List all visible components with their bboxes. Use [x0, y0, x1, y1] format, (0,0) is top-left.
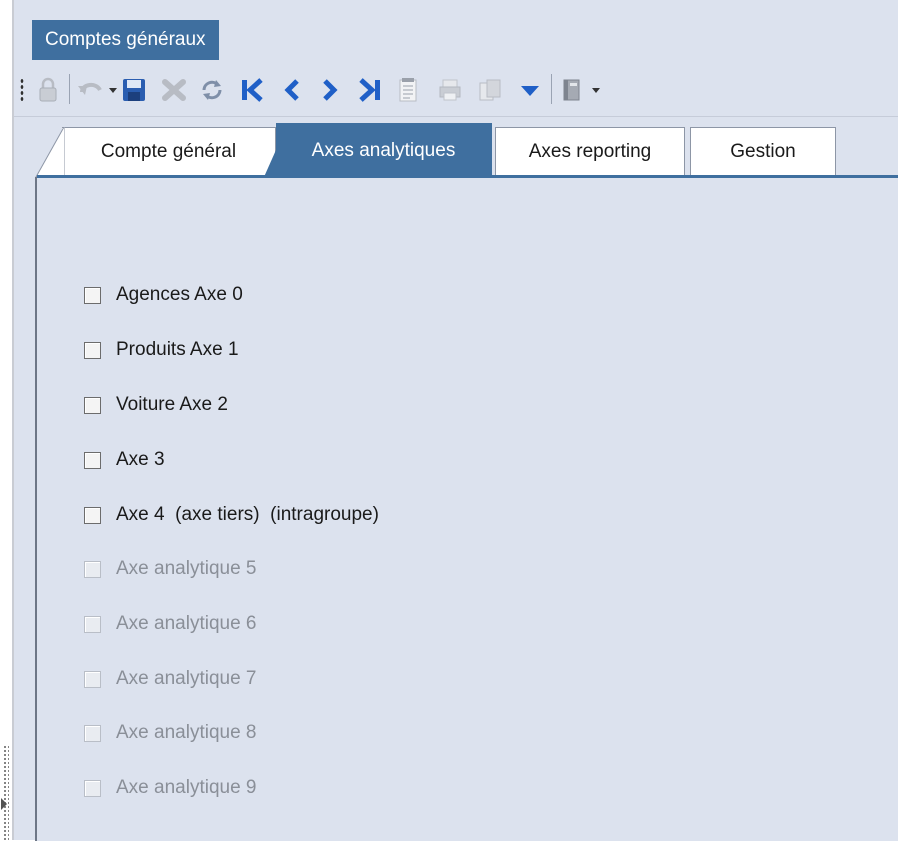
- notes-icon[interactable]: [392, 74, 424, 106]
- checkbox-row[interactable]: Axe 4 (axe tiers) (intragroupe): [84, 501, 379, 529]
- tab-axes-reporting[interactable]: Axes reporting: [495, 127, 685, 175]
- tab-gestion[interactable]: Gestion: [690, 127, 836, 175]
- checkbox-label: Agences Axe 0: [116, 284, 243, 305]
- delete-icon[interactable]: [158, 74, 190, 106]
- checkbox-row-disabled: Axe analytique 8: [84, 719, 257, 747]
- left-gutter: [0, 0, 14, 840]
- document-tab-comptes-generaux[interactable]: Comptes généraux: [32, 20, 219, 60]
- filter-icon[interactable]: [514, 74, 546, 106]
- accounts-window: Comptes généraux Compte général Axes ana…: [14, 0, 898, 841]
- tab-label: Compte général: [100, 141, 237, 162]
- checkbox[interactable]: [84, 396, 101, 414]
- undo-dropdown-icon[interactable]: [109, 88, 117, 93]
- checkbox: [84, 670, 101, 688]
- tab-label: Gestion: [730, 141, 796, 162]
- tab-slant: [35, 127, 65, 177]
- previous-record-icon[interactable]: [276, 74, 308, 106]
- document-tab-strip: Comptes généraux: [14, 0, 898, 65]
- checkbox-label: Produits Axe 1: [116, 339, 239, 360]
- checkbox[interactable]: [84, 506, 101, 524]
- tab-compte-general[interactable]: Compte général: [62, 127, 276, 175]
- checkbox-label: Voiture Axe 2: [116, 394, 228, 415]
- checkbox-label: Axe 4 (axe tiers) (intragroupe): [116, 504, 379, 525]
- checkbox-row[interactable]: Voiture Axe 2: [84, 391, 228, 419]
- checkbox-row[interactable]: Axe 3: [84, 446, 165, 474]
- checkbox-label: Axe analytique 6: [116, 613, 257, 634]
- book-dropdown-icon[interactable]: [592, 88, 600, 93]
- checkbox[interactable]: [84, 451, 101, 469]
- checkbox[interactable]: [84, 286, 101, 304]
- print-icon[interactable]: [434, 74, 466, 106]
- copy-icon[interactable]: [474, 74, 506, 106]
- checkbox: [84, 779, 101, 797]
- tab-axes-analytiques[interactable]: Axes analytiques: [276, 123, 492, 177]
- tab-label: Axes analytiques: [311, 140, 456, 161]
- checkbox: [84, 615, 101, 633]
- lock-icon[interactable]: [32, 74, 64, 106]
- checkbox-row-disabled: Axe analytique 9: [84, 774, 257, 802]
- axes-analytiques-panel: Agences Axe 0 Produits Axe 1 Voiture Axe…: [35, 175, 898, 841]
- tab-strip: Compte général Axes analytiques Axes rep…: [14, 117, 898, 177]
- book-icon[interactable]: [556, 74, 588, 106]
- checkbox[interactable]: [84, 341, 101, 359]
- active-tab-line: [37, 175, 898, 178]
- first-record-icon[interactable]: [236, 74, 268, 106]
- save-icon[interactable]: [118, 74, 150, 106]
- next-record-icon[interactable]: [314, 74, 346, 106]
- splitter-grip[interactable]: [3, 745, 9, 840]
- checkbox-row-disabled: Axe analytique 5: [84, 555, 257, 583]
- toolbar: [14, 64, 898, 117]
- tab-label: Axes reporting: [528, 141, 652, 162]
- checkbox-row-disabled: Axe analytique 6: [84, 610, 257, 638]
- checkbox-label: Axe 3: [116, 449, 165, 470]
- toolbar-separator: [69, 74, 70, 104]
- checkbox-row-disabled: Axe analytique 7: [84, 665, 257, 693]
- checkbox-label: Axe analytique 8: [116, 722, 257, 743]
- tab-slant: [264, 123, 290, 177]
- undo-icon[interactable]: [74, 74, 106, 106]
- last-record-icon[interactable]: [354, 74, 386, 106]
- toolbar-grip[interactable]: [20, 78, 24, 102]
- checkbox: [84, 560, 101, 578]
- checkbox-label: Axe analytique 9: [116, 777, 257, 798]
- checkbox: [84, 724, 101, 742]
- toolbar-separator: [551, 74, 552, 104]
- checkbox-row[interactable]: Agences Axe 0: [84, 281, 243, 309]
- refresh-icon[interactable]: [196, 74, 228, 106]
- checkbox-label: Axe analytique 7: [116, 668, 257, 689]
- checkbox-row[interactable]: Produits Axe 1: [84, 336, 239, 364]
- expand-arrow-icon[interactable]: [1, 798, 7, 810]
- checkbox-label: Axe analytique 5: [116, 558, 257, 579]
